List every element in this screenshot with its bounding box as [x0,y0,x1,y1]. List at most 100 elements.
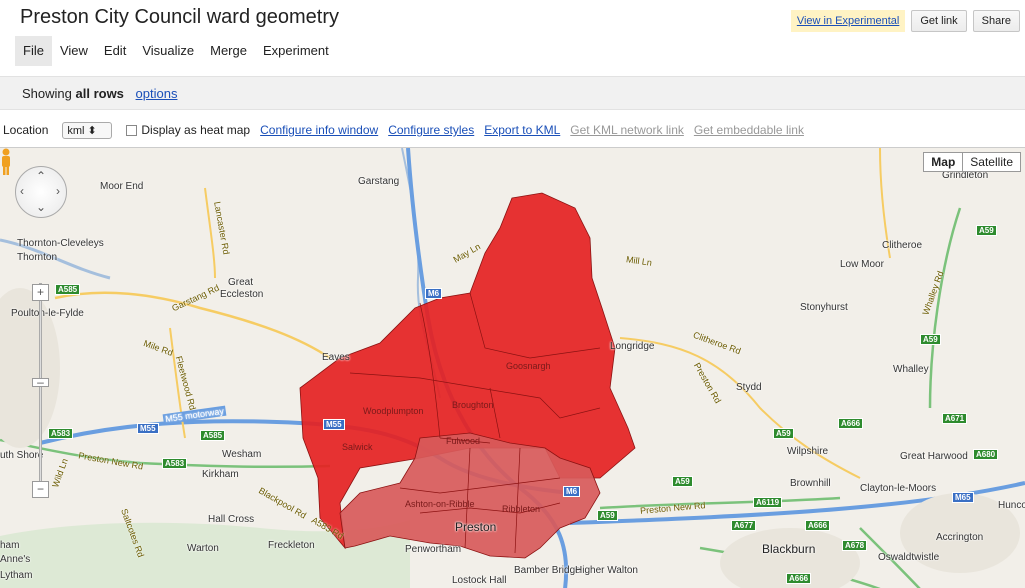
place-label: Great Harwood [900,451,968,462]
ward-label: Ashton-on-Ribble [405,499,475,509]
place-label: Clayton-le-Moors [860,483,937,494]
zoom-out-button[interactable]: − [32,481,49,498]
road-shield: M55 [137,423,159,434]
checkbox-icon [126,124,138,136]
heatmap-checkbox[interactable]: Display as heat map [126,123,250,137]
place-label: Hall Cross [208,514,255,525]
road-shield: M65 [952,492,974,503]
menu-view[interactable]: View [52,36,96,66]
place-label: Kirkham [202,469,239,480]
embeddable-link[interactable]: Get embeddable link [694,123,804,137]
ward-label: Salwick [342,442,373,452]
kml-network-link[interactable]: Get KML network link [570,123,684,137]
road-shield: A678 [842,540,868,551]
pan-control[interactable]: ⌃ ‹ › ⌄ [15,166,67,218]
road-shield: M6 [425,288,443,299]
a59-road-east [599,496,841,510]
map-toolbar: Location kml ⬍ Display as heat map Confi… [0,118,1025,142]
ward-label: Ribbleton [502,504,541,514]
pegman-icon[interactable] [0,148,12,176]
road-shield: A671 [942,413,968,424]
place-label: uth Shore [0,450,44,461]
place-label: Blackburn [762,542,816,556]
options-link[interactable]: options [136,86,178,101]
zoom-slider-handle[interactable]: – [32,376,49,388]
road-shield: A585 [55,284,81,295]
share-button[interactable]: Share [972,10,1020,32]
export-kml-link[interactable]: Export to KML [484,123,560,137]
pan-down-icon[interactable]: ⌄ [36,200,46,214]
road-shield: A583 [162,458,188,469]
place-label: Poulton-le-Fylde [11,308,84,319]
menu-merge[interactable]: Merge [202,36,255,66]
place-label: Accrington [936,532,984,543]
place-label: ham [0,540,20,551]
place-label: Thornton-Cleveleys [17,238,104,249]
road-shield: A59 [773,428,794,439]
road-shield: M55 [323,419,345,430]
configure-info-window-link[interactable]: Configure info window [260,123,378,137]
place-label: Hunco [998,500,1025,511]
ward-label: Goosnargh [506,361,551,371]
location-select[interactable]: kml ⬍ [62,121,113,139]
place-label: Thornton [17,252,58,263]
place-label: Lytham [0,570,33,581]
place-label: Anne's [0,554,31,565]
menu-visualize[interactable]: Visualize [134,36,202,66]
map-type-control: Map Satellite [923,152,1021,172]
place-label: Brownhill [790,478,831,489]
place-label: Stonyhurst [800,302,848,313]
place-label: Lostock Hall [452,575,507,586]
get-link-button[interactable]: Get link [911,10,967,32]
configure-styles-link[interactable]: Configure styles [388,123,474,137]
pan-up-icon[interactable]: ⌃ [36,169,46,183]
place-label: Warton [187,543,219,554]
place-label: Wesham [222,449,262,460]
heatmap-label: Display as heat map [141,123,251,137]
place-label: Higher Walton [575,565,638,576]
place-label: Eaves [322,352,350,363]
location-select-value: kml [67,124,85,137]
a59-road-north [928,207,962,409]
place-label: Oswaldtwistle [878,552,940,563]
ward-label: Fulwood [446,436,481,446]
map-type-satellite[interactable]: Satellite [963,153,1020,171]
map-type-map[interactable]: Map [924,153,964,171]
menu-file[interactable]: File [15,36,52,66]
road-shield: A677 [731,520,757,531]
road-shield: A59 [920,334,941,345]
place-label: Wilpshire [787,446,829,457]
place-label: Great [228,277,254,288]
place-label: Bamber Bridge [514,565,581,576]
place-label: Longridge [610,341,655,352]
menu-bar: File View Edit Visualize Merge Experimen… [15,36,337,66]
pan-right-icon[interactable]: › [56,184,60,198]
rows-scope: all rows [75,86,124,101]
ward-label: Woodplumpton [363,406,424,416]
place-label: Moor End [100,181,144,192]
location-label: Location [3,123,49,137]
place-label: Penwortham [405,544,462,555]
road-shield: A583 [48,428,74,439]
map-canvas[interactable]: Garstang Moor End Thornton-Cleveleys Tho… [0,147,1025,588]
ward-label: Broughton [452,400,494,410]
road-shield: A666 [786,573,812,584]
chevron-down-icon: ⬍ [87,124,97,137]
rows-prefix: Showing [22,86,72,101]
road-shield: A680 [973,449,999,460]
menu-edit[interactable]: Edit [96,36,134,66]
header-actions: View in Experimental Get link Share [790,10,1020,32]
place-label: Freckleton [268,540,315,551]
road-shield: A59 [597,510,618,521]
pan-left-icon[interactable]: ‹ [20,184,24,198]
rows-filter-bar: Showing all rows options [0,76,1025,110]
header: Preston City Council ward geometry View … [0,0,1025,40]
clitheroe-road [619,337,861,479]
road-shield: A59 [672,476,693,487]
place-label: Low Moor [840,259,884,270]
road-shield: M6 [563,486,581,497]
menu-experiment[interactable]: Experiment [255,36,337,66]
page-title: Preston City Council ward geometry [20,6,340,28]
zoom-in-button[interactable]: + [32,284,49,301]
view-experimental-link[interactable]: View in Experimental [790,10,906,32]
